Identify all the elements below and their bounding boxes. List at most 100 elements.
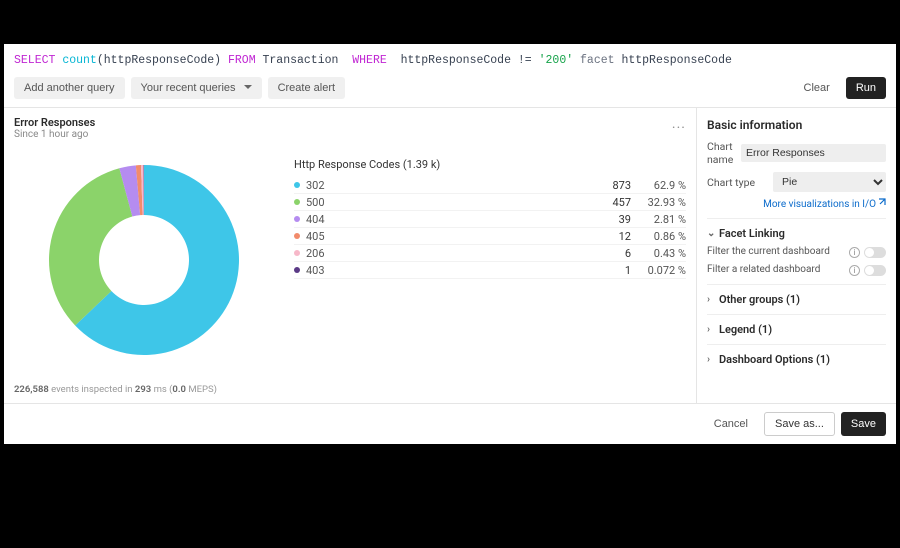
query-function: count: [62, 54, 97, 67]
chart-subtitle: Since 1 hour ago: [14, 129, 95, 140]
filter-related-row: Filter a related dashboard i: [707, 264, 886, 276]
filter-current-label: Filter the current dashboard: [707, 246, 845, 258]
legend-label: 302: [306, 179, 591, 192]
facet-linking-header[interactable]: ⌄ Facet Linking: [707, 227, 886, 240]
recent-queries-button[interactable]: Your recent queries: [131, 77, 262, 99]
legend-row[interactable]: 30287362.9 %: [294, 177, 686, 194]
add-query-button[interactable]: Add another query: [14, 77, 125, 99]
filter-related-label: Filter a related dashboard: [707, 264, 845, 276]
io-link[interactable]: I/O: [862, 199, 886, 210]
info-icon[interactable]: i: [849, 247, 860, 258]
other-groups-section: › Other groups (1): [707, 284, 886, 314]
legend-dot-icon: [294, 267, 300, 273]
legend-label: 405: [306, 230, 591, 243]
legend-row[interactable]: 20660.43 %: [294, 245, 686, 262]
chart-type-select[interactable]: Pie: [773, 172, 886, 192]
kw-facet: facet: [580, 54, 615, 67]
info-icon[interactable]: i: [849, 265, 860, 276]
donut-svg: [39, 155, 249, 365]
more-visualizations: More visualizations in I/O: [707, 198, 886, 210]
query-value: '200': [539, 54, 574, 67]
chart-name-input[interactable]: [741, 144, 886, 162]
query-where-col: httpResponseCode: [401, 54, 511, 67]
create-alert-button[interactable]: Create alert: [268, 77, 345, 99]
action-bar: Cancel Save as... Save: [4, 403, 896, 444]
inspection-ms: 293: [135, 384, 151, 395]
chart-name-label: Chart name: [707, 140, 735, 166]
legend-pct: 0.86 %: [631, 230, 686, 243]
query-fn-arg: httpResponseCode: [104, 54, 214, 67]
facet-linking-section: ⌄ Facet Linking Filter the current dashb…: [707, 218, 886, 284]
recent-queries-label: Your recent queries: [141, 82, 236, 94]
legend-pct: 32.93 %: [631, 196, 686, 209]
chart-type-label: Chart type: [707, 176, 767, 189]
chart-panel: Error Responses Since 1 hour ago ... Htt…: [4, 108, 696, 403]
kw-select: SELECT: [14, 54, 55, 67]
legend-dot-icon: [294, 233, 300, 239]
dashboard-options-header[interactable]: › Dashboard Options (1): [707, 353, 886, 366]
clear-button[interactable]: Clear: [794, 77, 840, 99]
main-split: Error Responses Since 1 hour ago ... Htt…: [4, 107, 896, 403]
legend-row[interactable]: 50045732.93 %: [294, 194, 686, 211]
dashboard-options-section: › Dashboard Options (1): [707, 344, 886, 374]
external-link-icon: [876, 198, 886, 208]
filter-current-row: Filter the current dashboard i: [707, 246, 886, 258]
legend-dot-icon: [294, 182, 300, 188]
query-toolbar: Add another query Your recent queries Cr…: [4, 73, 896, 107]
legend-dot-icon: [294, 250, 300, 256]
legend-label: 206: [306, 247, 591, 260]
filter-current-toggle[interactable]: [864, 247, 886, 258]
legend-pct: 0.072 %: [631, 264, 686, 277]
run-button[interactable]: Run: [846, 77, 886, 99]
caret-right-icon: ›: [707, 294, 719, 305]
cancel-button[interactable]: Cancel: [704, 412, 758, 436]
meps-value: 0.0: [172, 384, 186, 395]
query-facet-col: httpResponseCode: [621, 54, 731, 67]
legend-count: 39: [591, 213, 631, 226]
chart-legend: Http Response Codes (1.39 k) 30287362.9 …: [294, 140, 686, 380]
legend-pct: 0.43 %: [631, 247, 686, 260]
legend-row[interactable]: 404392.81 %: [294, 211, 686, 228]
legend-dot-icon: [294, 216, 300, 222]
legend-title: Http Response Codes (1.39 k): [294, 158, 686, 171]
legend-dot-icon: [294, 199, 300, 205]
kw-from: FROM: [228, 54, 256, 67]
legend-label: 404: [306, 213, 591, 226]
chart-body: Http Response Codes (1.39 k) 30287362.9 …: [14, 140, 686, 380]
chart-name-row: Chart name: [707, 140, 886, 166]
caret-right-icon: ›: [707, 324, 719, 335]
legend-row[interactable]: 405120.86 %: [294, 228, 686, 245]
legend-section-header[interactable]: › Legend (1): [707, 323, 886, 336]
chart-type-row: Chart type Pie: [707, 172, 886, 192]
save-button[interactable]: Save: [841, 412, 886, 436]
legend-label: 403: [306, 264, 591, 277]
chart-menu-button[interactable]: ...: [672, 116, 686, 132]
config-sidebar: Basic information Chart name Chart type …: [696, 108, 896, 403]
filter-related-toggle[interactable]: [864, 265, 886, 276]
caret-down-icon: ⌄: [707, 228, 719, 239]
legend-label: 500: [306, 196, 591, 209]
kw-where: WHERE: [352, 54, 387, 67]
chart-title: Error Responses: [14, 116, 95, 129]
basic-info-heading: Basic information: [707, 118, 886, 132]
save-as-button[interactable]: Save as...: [764, 412, 835, 436]
other-groups-header[interactable]: › Other groups (1): [707, 293, 886, 306]
legend-count: 12: [591, 230, 631, 243]
query-op: !=: [518, 54, 532, 67]
legend-pct: 2.81 %: [631, 213, 686, 226]
query-editor[interactable]: SELECT count(httpResponseCode) FROM Tran…: [4, 44, 896, 73]
caret-right-icon: ›: [707, 354, 719, 365]
legend-row[interactable]: 40310.072 %: [294, 262, 686, 279]
legend-pct: 62.9 %: [631, 179, 686, 192]
legend-count: 457: [591, 196, 631, 209]
legend-count: 873: [591, 179, 631, 192]
events-count: 226,588: [14, 384, 49, 395]
app-frame: SELECT count(httpResponseCode) FROM Tran…: [4, 44, 896, 444]
inspection-footer: 226,588 events inspected in 293 ms (0.0 …: [14, 380, 686, 395]
chart-header: Error Responses Since 1 hour ago ...: [14, 116, 686, 140]
donut-chart: [14, 140, 274, 380]
query-table: Transaction: [263, 54, 339, 67]
legend-section: › Legend (1): [707, 314, 886, 344]
legend-count: 1: [591, 264, 631, 277]
legend-count: 6: [591, 247, 631, 260]
